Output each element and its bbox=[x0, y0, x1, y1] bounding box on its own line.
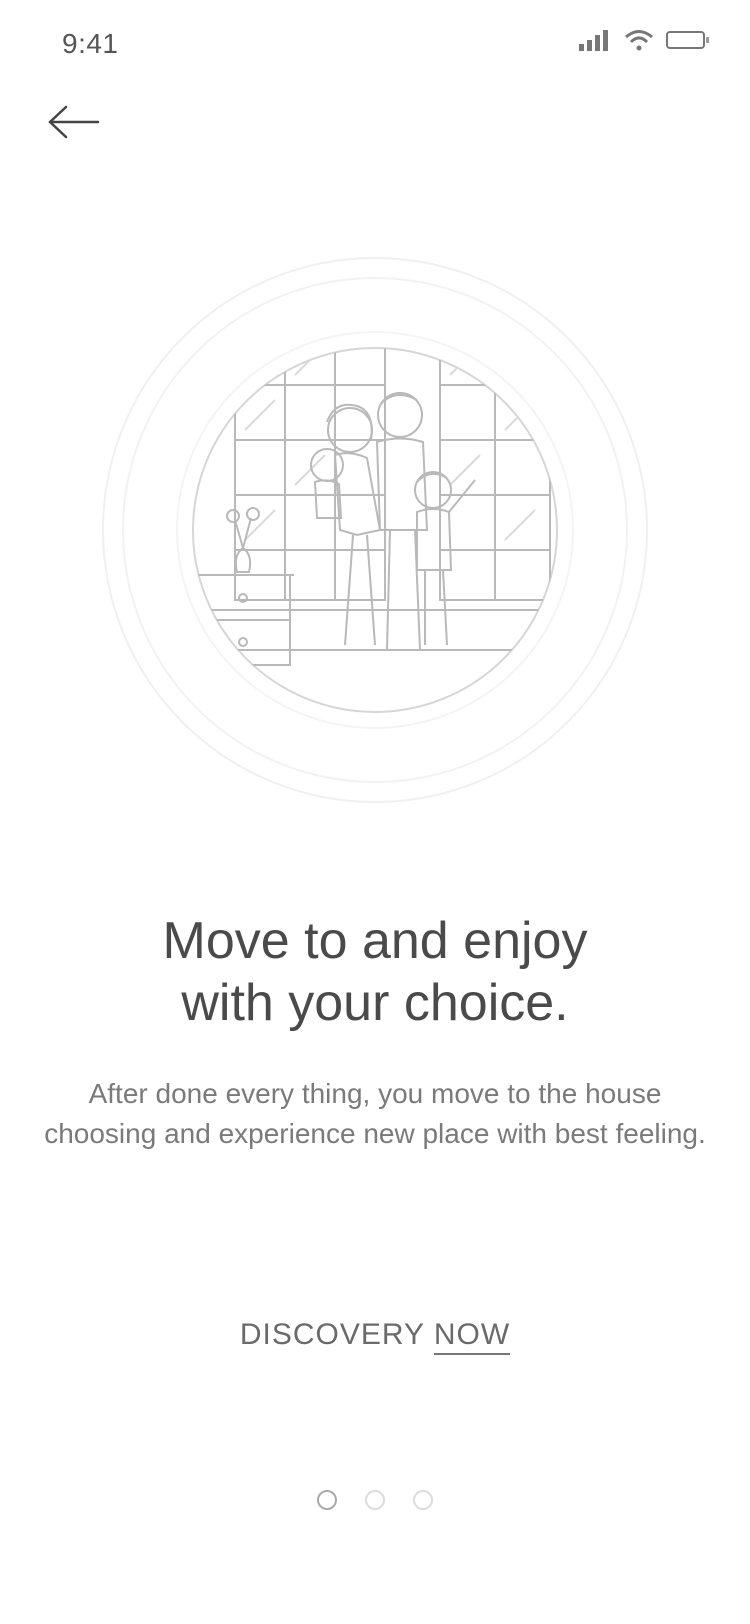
pager-dot-2[interactable] bbox=[365, 1490, 385, 1510]
cta-label-part1: DISCOVERY bbox=[239, 1318, 434, 1351]
wifi-icon bbox=[624, 29, 654, 56]
battery-icon bbox=[666, 29, 710, 56]
pager-dot-3[interactable] bbox=[413, 1490, 433, 1510]
pager-dot-1[interactable] bbox=[317, 1490, 337, 1510]
back-button[interactable] bbox=[44, 102, 104, 146]
status-icons bbox=[578, 30, 710, 56]
arrow-left-icon bbox=[46, 104, 102, 145]
status-time: 9:41 bbox=[62, 28, 119, 59]
status-bar: 9:41 bbox=[0, 0, 750, 90]
discovery-now-button[interactable]: DISCOVERY NOW bbox=[0, 1318, 750, 1355]
pager-indicator bbox=[0, 1490, 750, 1510]
onboarding-description: After done every thing, you move to the … bbox=[44, 1078, 706, 1149]
onboarding-title: Move to and enjoy with your choice. bbox=[162, 912, 588, 1032]
cellular-signal-icon bbox=[578, 29, 612, 56]
onboarding-illustration bbox=[95, 250, 655, 810]
cta-label-part2: NOW bbox=[433, 1318, 511, 1355]
family-at-home-illustration bbox=[102, 257, 648, 803]
